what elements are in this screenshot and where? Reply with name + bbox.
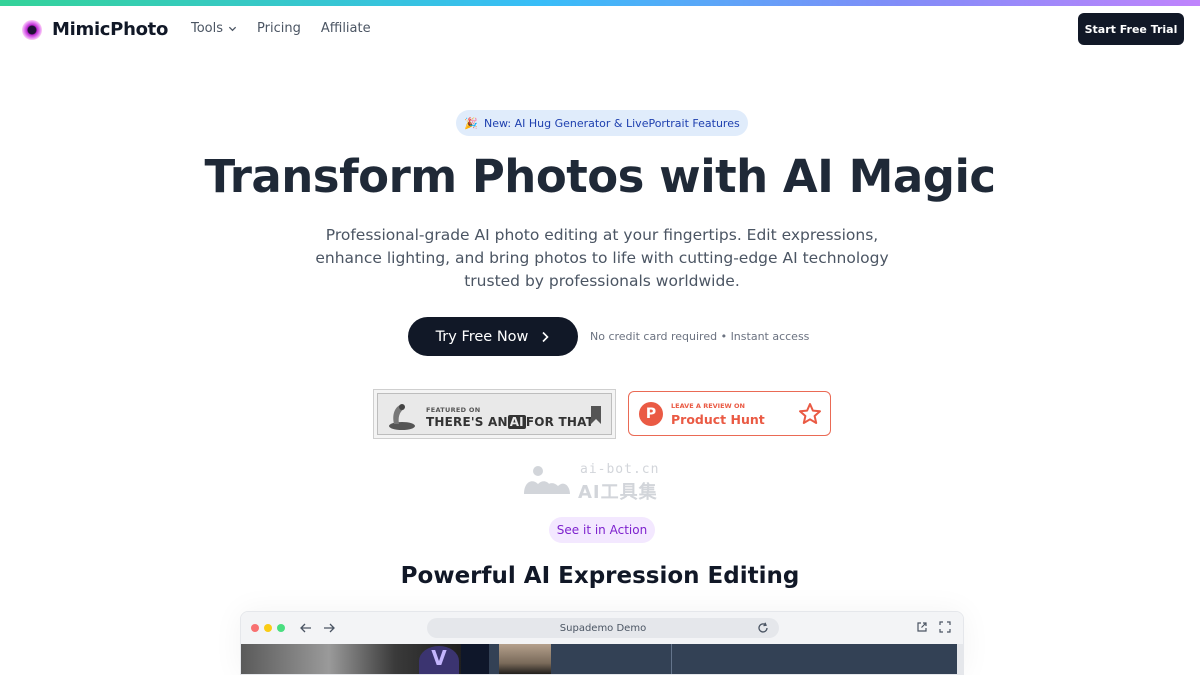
forward-arrow-icon[interactable] [322, 621, 336, 635]
browser-toolbar: Supademo Demo [241, 612, 963, 644]
demo-divider-panel [461, 644, 489, 674]
try-free-now-button[interactable]: Try Free Now [408, 317, 578, 356]
reload-icon[interactable] [757, 622, 769, 634]
demo-scrollbar[interactable] [957, 644, 963, 674]
start-free-trial-button[interactable]: Start Free Trial [1078, 13, 1184, 45]
hero-title: Transform Photos with AI Magic [204, 150, 996, 203]
section-title: Powerful AI Expression Editing [400, 563, 800, 589]
url-bar[interactable]: Supademo Demo [427, 618, 779, 638]
logo-icon [22, 19, 42, 40]
nav-item-affiliate[interactable]: Affiliate [321, 21, 371, 36]
nav-links: Tools Pricing Affiliate [191, 21, 391, 36]
product-hunt-big-text: Product Hunt [671, 412, 765, 427]
product-hunt-badge[interactable]: P LEAVE A REVIEW ON Product Hunt [628, 391, 831, 436]
taaft-badge-inner: FEATURED ON THERE'S AN AI FOR THAT [377, 393, 612, 435]
nav-item-tools[interactable]: Tools [191, 21, 237, 36]
demo-brand-mark: V [419, 646, 459, 674]
taaft-prefix: THERE'S AN [426, 415, 508, 429]
brand-logo[interactable]: MimicPhoto [22, 19, 168, 40]
open-external-icon[interactable] [916, 621, 928, 633]
demo-browser-window: Supademo Demo V [240, 611, 964, 675]
nav-item-pricing[interactable]: Pricing [257, 21, 301, 36]
watermark: ai-bot.cn AI工具集 [522, 462, 682, 503]
try-free-now-label: Try Free Now [435, 328, 529, 345]
brand-name: MimicPhoto [52, 19, 169, 40]
party-popper-icon: 🎉 [464, 116, 478, 130]
star-icon [799, 403, 821, 424]
watermark-logo-icon [524, 466, 570, 494]
nav-item-label: Affiliate [320, 21, 371, 36]
see-it-in-action-pill: See it in Action [549, 517, 655, 543]
demo-face-thumbnail [499, 644, 551, 674]
window-minimize-dot[interactable] [264, 624, 272, 632]
demo-panel-divider [671, 644, 672, 674]
window-maximize-dot[interactable] [277, 624, 285, 632]
theres-an-ai-for-that-badge[interactable]: FEATURED ON THERE'S AN AI FOR THAT [373, 389, 616, 439]
taaft-big-text: THERE'S AN AI FOR THAT [426, 415, 594, 429]
hero-subtitle: Professional-grade AI photo editing at y… [315, 226, 889, 290]
fullscreen-icon[interactable] [939, 621, 951, 633]
product-hunt-small-text: LEAVE A REVIEW ON [671, 402, 745, 410]
taaft-ai: AI [507, 415, 526, 429]
cta-note: No credit card required • Instant access [590, 330, 810, 343]
watermark-bottom-text: AI工具集 [578, 482, 658, 503]
announcement-text: New: AI Hug Generator & LivePortrait Fea… [483, 116, 740, 130]
chevron-right-icon [542, 331, 550, 342]
bookmark-icon [591, 406, 601, 424]
back-arrow-icon[interactable] [299, 621, 313, 635]
watermark-top-text: ai-bot.cn [580, 462, 660, 477]
url-text: Supademo Demo [559, 622, 647, 634]
announcement-badge[interactable]: 🎉 New: AI Hug Generator & LivePortrait F… [456, 110, 748, 136]
nav-item-label: Pricing [257, 21, 301, 36]
nav-item-label: Tools [191, 21, 224, 36]
demo-content-preview[interactable]: V [241, 644, 963, 674]
taaft-suffix: FOR THAT [525, 415, 595, 429]
top-navigation: MimicPhoto Tools Pricing Affiliate Start… [0, 6, 1200, 52]
robot-arm-icon [389, 404, 415, 430]
taaft-small-text: FEATURED ON [426, 406, 481, 414]
window-close-dot[interactable] [251, 624, 259, 632]
product-hunt-logo-icon: P [639, 402, 663, 426]
chevron-down-icon [228, 26, 237, 32]
